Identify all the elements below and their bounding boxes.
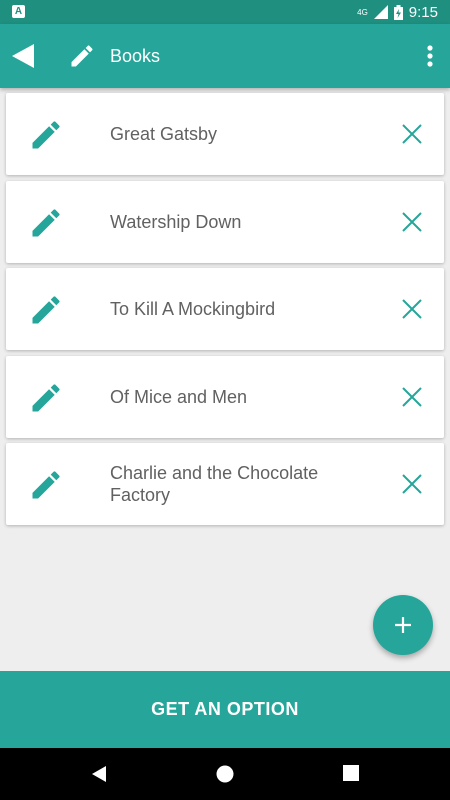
network-type-label: 4G bbox=[357, 7, 368, 17]
plus-icon bbox=[395, 617, 411, 633]
close-icon[interactable] bbox=[402, 386, 422, 407]
nav-back-icon[interactable] bbox=[90, 765, 108, 783]
close-icon[interactable] bbox=[402, 474, 422, 494]
status-bar: A 4G 9:15 bbox=[0, 0, 450, 24]
status-time: 9:15 bbox=[408, 3, 438, 21]
edit-pencil-icon[interactable] bbox=[28, 380, 64, 416]
close-icon[interactable] bbox=[402, 299, 422, 319]
more-vert-icon[interactable] bbox=[420, 42, 440, 70]
book-title: Watership Down bbox=[110, 211, 242, 232]
battery-icon bbox=[393, 4, 403, 20]
add-book-button[interactable] bbox=[373, 595, 433, 655]
book-list: Great Gatsby Watership Down To Kill A Mo… bbox=[6, 93, 444, 531]
pencil-icon bbox=[71, 45, 93, 67]
nav-home-icon[interactable] bbox=[216, 765, 234, 783]
close-icon[interactable] bbox=[402, 124, 422, 144]
status-icons: 4G 9:15 bbox=[357, 0, 438, 24]
book-title: Charlie and the Chocolate Factory bbox=[110, 463, 319, 505]
close-icon[interactable] bbox=[402, 211, 422, 232]
signal-icon bbox=[373, 5, 388, 19]
back-arrow-icon[interactable] bbox=[10, 42, 38, 70]
edit-pencil-icon[interactable] bbox=[28, 292, 64, 328]
get-an-option-button[interactable]: GET AN OPTION bbox=[0, 671, 450, 748]
edit-pencil-icon[interactable] bbox=[28, 467, 64, 503]
edit-pencil-icon[interactable] bbox=[28, 205, 64, 241]
book-title: Of Mice and Men bbox=[110, 386, 248, 407]
book-card[interactable]: Charlie and the Chocolate Factory bbox=[6, 443, 444, 525]
book-title: Great Gatsby bbox=[110, 124, 218, 144]
notification-app-icon: A bbox=[12, 5, 25, 18]
app-bar: Books bbox=[0, 24, 450, 88]
system-nav-bar bbox=[0, 748, 450, 800]
page-title: Books bbox=[110, 46, 161, 66]
book-title: To Kill A Mockingbird bbox=[110, 299, 276, 319]
edit-pencil-icon[interactable] bbox=[28, 117, 64, 153]
nav-recents-icon[interactable] bbox=[343, 765, 359, 781]
book-card[interactable]: Watership Down bbox=[6, 180, 444, 263]
book-card[interactable]: Of Mice and Men bbox=[6, 355, 444, 438]
book-card[interactable]: To Kill A Mockingbird bbox=[6, 268, 444, 350]
book-card[interactable]: Great Gatsby bbox=[6, 93, 444, 175]
